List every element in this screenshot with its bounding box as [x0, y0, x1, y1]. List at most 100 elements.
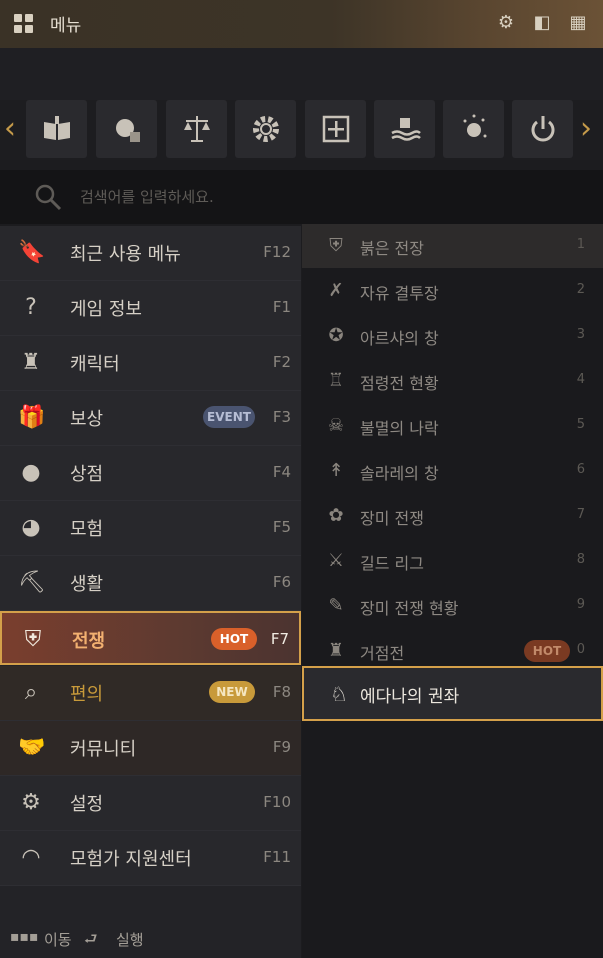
- shortcut-key: F2: [272, 353, 291, 371]
- submenu-item-label: 장미 전쟁: [360, 509, 424, 528]
- skull-icon: ☠: [327, 415, 345, 436]
- shortcut-key: F9: [272, 738, 291, 756]
- helmet-icon: ♜: [21, 350, 41, 375]
- submenu-item-label: 솔라레의 창: [360, 464, 439, 483]
- shop-icon: ●: [21, 460, 41, 485]
- plus-box-icon[interactable]: [305, 100, 366, 158]
- menu-item-label: 게임 정보: [70, 299, 142, 320]
- menu-item-0[interactable]: 🔖 최근 사용 메뉴 F12: [0, 226, 301, 281]
- submenu-item-5[interactable]: ↟ 솔라레의 창 6: [302, 449, 603, 493]
- shortcut-number: 2: [576, 282, 585, 297]
- search-icon: [35, 184, 62, 211]
- submenu-item-1[interactable]: ✗ 자유 결투장 2: [302, 269, 603, 313]
- menu-item-2[interactable]: ♜ 캐릭터 F2: [0, 336, 301, 391]
- status-badge: HOT: [211, 628, 257, 650]
- header-band: [0, 48, 603, 100]
- menu-item-label: 캐릭터: [70, 354, 120, 375]
- submenu-item-7[interactable]: ⚔ 길드 리그 8: [302, 539, 603, 583]
- submenu-item-label: 붉은 전장: [360, 239, 424, 258]
- quick-icon-bar: ‹ ›: [0, 100, 603, 160]
- shortcut-number: 4: [576, 372, 585, 387]
- move-keys-icon: ▪▪▪: [10, 929, 39, 945]
- submenu-item-8[interactable]: ✎ 장미 전쟁 현황 9: [302, 584, 603, 628]
- menu-item-6[interactable]: ⛏ 생활 F6: [0, 556, 301, 611]
- scroll-left-icon[interactable]: ‹: [4, 114, 24, 144]
- shortcut-number: 6: [576, 462, 585, 477]
- status-badge: NEW: [209, 681, 255, 703]
- menu-item-1[interactable]: ? 게임 정보 F1: [0, 281, 301, 336]
- shop-icon[interactable]: [96, 100, 157, 158]
- submenu-item-label: 아르샤의 창: [360, 329, 439, 348]
- gear-icon[interactable]: [235, 100, 296, 158]
- water-hand-icon[interactable]: [374, 100, 435, 158]
- gear-icon: ⚙: [21, 790, 41, 815]
- submenu-item-0[interactable]: ⛨ 붉은 전장 1: [302, 224, 603, 268]
- submenu-item-label: 거점전: [360, 644, 405, 663]
- status-badge: EVENT: [203, 406, 255, 428]
- submenu-item-label: 점령전 현황: [360, 374, 439, 393]
- handshake-icon: 🤝: [18, 735, 46, 760]
- submenu-item-6[interactable]: ✿ 장미 전쟁 7: [302, 494, 603, 538]
- grid-layout-icon[interactable]: ▦: [567, 12, 589, 34]
- headset-icon: ◠: [21, 845, 41, 870]
- map-icon: ◕: [21, 515, 41, 540]
- run-hint: 실행: [116, 931, 144, 949]
- power-icon[interactable]: [512, 100, 573, 158]
- book-icon[interactable]: [26, 100, 87, 158]
- shortcut-key: F5: [272, 518, 291, 536]
- menu-item-3[interactable]: 🎁 보상 EVENT F3: [0, 391, 301, 446]
- scroll-right-icon[interactable]: ›: [580, 114, 600, 144]
- menu-item-label: 상점: [70, 464, 104, 485]
- shortcut-number: 8: [576, 552, 585, 567]
- shortcut-number: 3: [576, 327, 585, 342]
- scale-icon[interactable]: [166, 100, 227, 158]
- menu-item-label: 모험가 지원센터: [70, 849, 192, 870]
- shortcut-number: 5: [576, 417, 585, 432]
- submenu-item-2[interactable]: ✪ 아르샤의 창 3: [302, 314, 603, 358]
- move-hint: 이동: [44, 931, 72, 949]
- shortcut-key: F7: [270, 630, 289, 648]
- menu-item-8[interactable]: ⌕ 편의 NEW F8: [0, 666, 301, 721]
- submenu-item-label: 장미 전쟁 현황: [360, 599, 459, 618]
- submenu-item-edana-throne[interactable]: ♘ 에다나의 권좌: [302, 666, 603, 721]
- shortcut-key: F3: [272, 408, 291, 426]
- menu-item-4[interactable]: ● 상점 F4: [0, 446, 301, 501]
- menu-item-5[interactable]: ◕ 모험 F5: [0, 501, 301, 556]
- search-input[interactable]: 검색어를 입력하세요.: [80, 186, 214, 207]
- menu-item-11[interactable]: ◠ 모험가 지원센터 F11: [0, 831, 301, 886]
- search-icon: ⌕: [24, 680, 38, 705]
- submenu-item-4[interactable]: ☠ 불멸의 나락 5: [302, 404, 603, 448]
- menu-item-7[interactable]: ⛨ 전쟁 HOT F7: [0, 611, 301, 665]
- submenu-item-3[interactable]: ♖ 점령전 현황 4: [302, 359, 603, 403]
- shortcut-key: F12: [263, 243, 291, 261]
- pickaxe-icon: ⛏: [18, 570, 46, 595]
- window-title: 메뉴: [50, 16, 82, 36]
- submenu-item-label: 길드 리그: [360, 554, 424, 573]
- menu-item-label: 생활: [70, 574, 104, 595]
- submenu-item-label: 에다나의 권좌: [360, 687, 460, 707]
- bookmark-icon: 🔖: [18, 240, 46, 265]
- emblem-icon: ✪: [328, 325, 344, 346]
- menu-item-label: 전쟁: [72, 631, 106, 652]
- shortcut-number: 9: [576, 597, 585, 612]
- shortcut-key: F4: [272, 463, 291, 481]
- settings-gear-icon[interactable]: ⚙: [495, 12, 517, 34]
- search-bar[interactable]: 검색어를 입력하세요.: [0, 170, 603, 224]
- shortcut-number: 7: [576, 507, 585, 522]
- shortcut-key: F11: [263, 848, 291, 866]
- tower-icon: ♜: [327, 640, 345, 661]
- gift-icon: 🎁: [18, 405, 46, 430]
- swords-icon: ⚔: [327, 550, 345, 571]
- shortcut-key: F6: [272, 573, 291, 591]
- shortcut-number: 0: [576, 642, 585, 657]
- footer-hints: ▪▪▪ 이동 ⮐ 실행: [0, 920, 301, 958]
- menu-item-label: 최근 사용 메뉴: [70, 244, 181, 265]
- sparkle-orb-icon[interactable]: [443, 100, 504, 158]
- menu-item-9[interactable]: 🤝 커뮤니티 F9: [0, 721, 301, 776]
- sword-shield-icon: ⛨: [24, 627, 42, 652]
- rose-icon: ✿: [328, 505, 344, 526]
- panel-toggle-icon[interactable]: ◧: [531, 12, 553, 34]
- menu-grid-icon[interactable]: [14, 14, 34, 34]
- menu-item-label: 보상: [70, 409, 104, 430]
- menu-item-10[interactable]: ⚙ 설정 F10: [0, 776, 301, 831]
